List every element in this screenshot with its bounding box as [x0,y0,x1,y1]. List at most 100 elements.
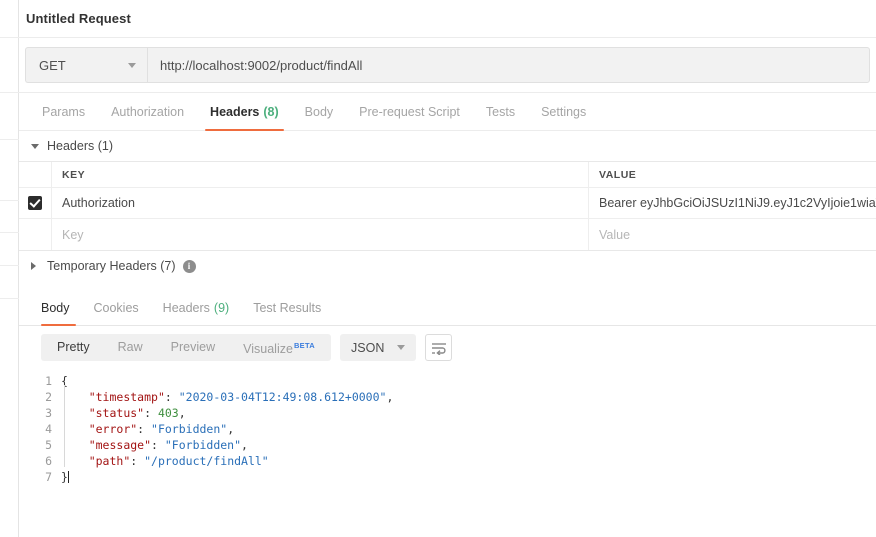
tab-body[interactable]: Body [292,93,347,130]
headers-table: KEY VALUE Authorization Bearer eyJhbGciO… [19,161,876,251]
view-mode-raw[interactable]: Raw [104,334,157,361]
tab-headers-count: (8) [263,104,279,119]
response-tab-test-results[interactable]: Test Results [241,290,333,325]
line-number: 6 [45,454,52,468]
line-number: 1 [45,374,52,388]
tab-authorization[interactable]: Authorization [98,93,197,130]
line-number-gutter: 1 2 3 4 5 6 7 [19,373,61,537]
info-icon[interactable]: i [182,259,196,273]
response-tab-headers[interactable]: Headers (9) [151,290,242,325]
response-format-select[interactable]: JSON [340,334,417,361]
line-number: 3 [45,406,52,420]
row-key-placeholder: Key [62,227,84,242]
response-tab-test-results-label: Test Results [253,300,322,315]
view-mode-preview[interactable]: Preview [157,334,229,361]
row-key-input[interactable]: Key [52,219,589,250]
row-checkbox-cell[interactable] [19,188,52,218]
header-checkbox-column [19,162,52,187]
json-token: : [137,422,152,436]
page-title: Untitled Request [26,11,131,26]
tab-params[interactable]: Params [29,93,98,130]
method-select[interactable]: GET [25,47,147,83]
table-row[interactable]: Authorization Bearer eyJhbGciOiJSUzI1NiJ… [19,188,876,219]
response-tab-headers-label: Headers [162,300,210,315]
json-token: "error" [88,422,138,436]
row-value-text: Bearer eyJhbGciOiJSUzI1NiJ9.eyJ1c2VyIjoi… [599,196,876,210]
column-key: KEY [52,162,589,187]
tab-body-label: Body [304,104,334,119]
json-token: "Forbidden" [151,422,228,436]
request-title-bar: Untitled Request [19,0,876,38]
triangle-right-icon [31,262,36,270]
json-code[interactable]: { "timestamp": "2020-03-04T12:49:08.612+… [61,373,876,537]
tab-tests[interactable]: Tests [473,93,528,130]
postman-window: Untitled Request GET http://localhost:90… [0,0,876,537]
triangle-down-icon [31,143,39,149]
json-token: "timestamp" [88,390,165,404]
tab-authorization-label: Authorization [111,104,185,119]
row-key-cell[interactable]: Authorization [52,188,589,218]
view-mode-visualize[interactable]: VisualizeBETA [229,332,329,363]
column-value: VALUE [589,162,876,187]
table-row-empty[interactable]: Key Value [19,219,876,250]
chevron-down-icon [128,62,136,68]
response-tabs: Body Cookies Headers (9) Test Results [19,290,876,326]
headers-section-toggle[interactable]: Headers (1) [19,131,876,161]
tab-settings-label: Settings [541,104,587,119]
response-tab-cookies-label: Cookies [93,300,139,315]
method-label: GET [39,57,66,73]
column-value-label: VALUE [599,168,637,181]
request-pane: Untitled Request GET http://localhost:90… [19,0,876,537]
table-header-row: KEY VALUE [19,162,876,188]
headers-section-label: Headers (1) [47,139,113,153]
json-token: "message" [88,438,152,452]
json-lines: { "timestamp": "2020-03-04T12:49:08.612+… [61,373,876,485]
tab-params-label: Params [42,104,86,119]
response-tab-cookies[interactable]: Cookies [82,290,151,325]
view-mode-group: Pretty Raw Preview VisualizeBETA [41,332,332,363]
json-token: : [164,390,179,404]
response-body-viewer[interactable]: 1 2 3 4 5 6 7 { "timestamp": "2020-03-04… [19,369,876,537]
json-token: , [386,390,394,404]
json-line: "path": "/product/findAll" [61,453,876,469]
json-token: , [227,422,235,436]
response-tab-headers-count: (9) [213,300,230,315]
tab-pre-request-script-label: Pre-request Script [359,104,460,119]
checkbox-checked-icon[interactable] [28,196,42,210]
tab-pre-request-script[interactable]: Pre-request Script [346,93,473,130]
indent-guide [64,385,65,467]
row-key-text: Authorization [62,196,135,210]
wrap-lines-button[interactable] [425,334,453,361]
response-tab-body[interactable]: Body [37,290,82,326]
row-checkbox-cell-empty[interactable] [19,219,52,250]
line-number: 2 [45,390,52,404]
line-number: 7 [45,470,52,484]
sidebar-edge [0,0,19,537]
row-value-input[interactable]: Value [589,219,876,250]
json-line: { [61,373,876,389]
view-mode-visualize-label: Visualize [243,342,293,357]
tab-settings[interactable]: Settings [528,93,599,130]
json-token: "/product/findAll" [144,454,269,468]
json-line: "timestamp": "2020-03-04T12:49:08.612+00… [61,389,876,405]
url-value: http://localhost:9002/product/findAll [160,57,363,73]
line-number: 5 [45,438,52,452]
json-token: , [241,438,248,452]
temporary-headers-label: Temporary Headers (7) [47,259,176,273]
json-line: } [61,469,876,485]
chevron-down-icon [397,345,406,350]
wrap-lines-icon [431,342,446,355]
line-number: 4 [45,422,52,436]
json-token: "status" [88,406,145,420]
row-value-cell[interactable]: Bearer eyJhbGciOiJSUzI1NiJ9.eyJ1c2VyIjoi… [589,188,876,218]
url-bar: GET http://localhost:9002/product/findAl… [19,38,876,93]
column-key-label: KEY [62,168,86,181]
response-view-bar: Pretty Raw Preview VisualizeBETA JSON [19,326,876,369]
json-token: , [178,406,186,420]
json-token: "path" [88,454,131,468]
temporary-headers-toggle[interactable]: Temporary Headers (7) i [19,251,876,281]
view-mode-pretty[interactable]: Pretty [43,334,104,361]
json-token: 403 [157,406,179,420]
tab-headers[interactable]: Headers (8) [197,93,292,131]
url-input[interactable]: http://localhost:9002/product/findAll [147,47,870,83]
